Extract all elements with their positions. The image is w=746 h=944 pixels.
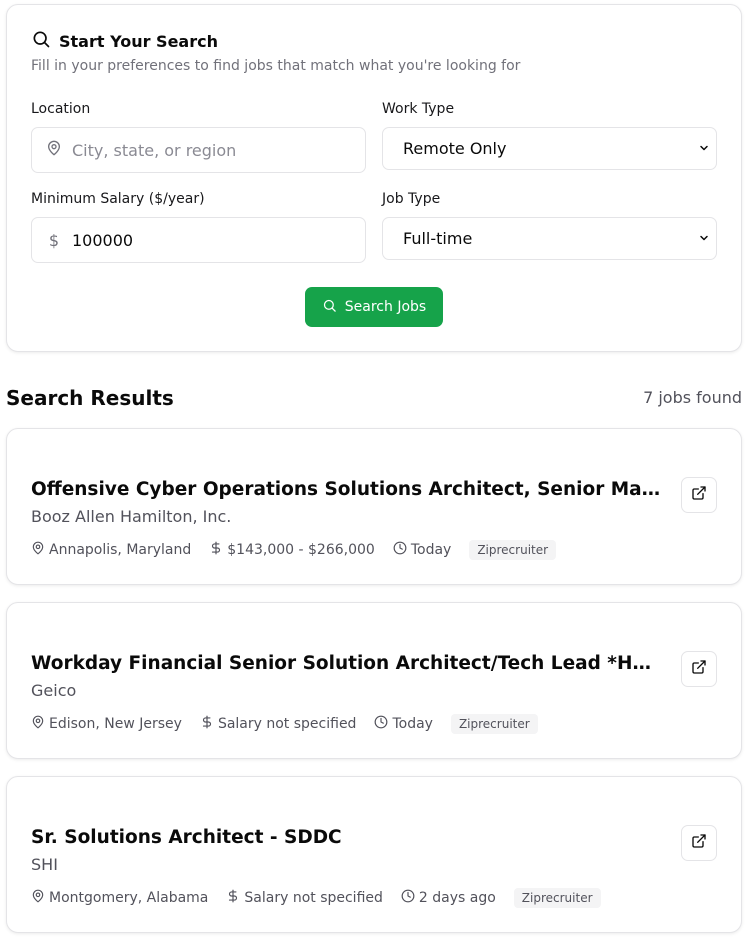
search-jobs-button[interactable]: Search Jobs	[305, 287, 443, 327]
chevron-down-icon	[698, 229, 710, 248]
job-company: Booz Allen Hamilton, Inc.	[31, 507, 232, 526]
location-input[interactable]	[72, 140, 332, 160]
search-jobs-label: Search Jobs	[344, 299, 427, 315]
salary-input[interactable]	[72, 230, 332, 250]
job-posted-text: Today	[392, 716, 433, 732]
work-type-label: Work Type	[382, 101, 455, 117]
external-link-icon	[691, 833, 707, 853]
clock-icon	[401, 889, 415, 907]
salary-field[interactable]: $	[31, 217, 366, 263]
job-card[interactable]: Offensive Cyber Operations Solutions Arc…	[6, 428, 742, 585]
salary-label: Minimum Salary ($/year)	[31, 191, 205, 207]
job-title[interactable]: Sr. Solutions Architect - SDDC	[31, 827, 663, 848]
job-posted-text: 2 days ago	[418, 890, 496, 906]
job-source-badge: Ziprecruiter	[450, 714, 538, 734]
job-meta: Montgomery, Alabama Salary not specified…	[31, 888, 601, 908]
map-pin-icon	[31, 715, 45, 733]
job-location: Edison, New Jersey	[31, 715, 182, 733]
work-type-value: Remote Only	[403, 139, 507, 158]
job-meta: Annapolis, Maryland $143,000 - $266,000 …	[31, 540, 557, 560]
external-link-icon	[691, 485, 707, 505]
job-card[interactable]: Workday Financial Senior Solution Archit…	[6, 602, 742, 759]
dollar-icon	[209, 541, 223, 559]
dollar-icon	[200, 715, 214, 733]
job-type-value: Full-time	[403, 229, 473, 248]
job-source-badge: Ziprecruiter	[469, 540, 557, 560]
job-salary: $143,000 - $266,000	[209, 541, 375, 559]
job-type-select[interactable]: Full-time	[382, 217, 717, 260]
job-location: Annapolis, Maryland	[31, 541, 191, 559]
job-location: Montgomery, Alabama	[31, 889, 208, 907]
job-title[interactable]: Workday Financial Senior Solution Archit…	[31, 653, 663, 674]
search-form-subtitle: Fill in your preferences to find jobs th…	[31, 58, 521, 74]
job-location-text: Edison, New Jersey	[49, 716, 182, 732]
map-pin-icon	[31, 541, 45, 559]
open-job-button[interactable]	[681, 477, 717, 513]
location-label: Location	[31, 101, 91, 117]
job-title[interactable]: Offensive Cyber Operations Solutions Arc…	[31, 479, 663, 500]
job-salary: Salary not specified	[200, 715, 357, 733]
map-pin-icon	[46, 140, 62, 160]
search-icon	[31, 29, 51, 53]
external-link-icon	[691, 659, 707, 679]
job-location-text: Annapolis, Maryland	[49, 542, 192, 558]
job-card[interactable]: Sr. Solutions Architect - SDDC SHI Montg…	[6, 776, 742, 933]
open-job-button[interactable]	[681, 825, 717, 861]
job-company: Geico	[31, 681, 77, 700]
job-location-text: Montgomery, Alabama	[49, 890, 209, 906]
dollar-icon	[226, 889, 240, 907]
search-icon	[322, 298, 337, 317]
job-posted: Today	[393, 541, 452, 559]
job-salary-text: $143,000 - $266,000	[227, 542, 375, 558]
results-title: Search Results	[6, 386, 174, 410]
job-company: SHI	[31, 855, 58, 874]
job-source-badge: Ziprecruiter	[513, 888, 601, 908]
search-form-title: Start Your Search	[59, 31, 218, 51]
search-form-heading: Start Your Search	[31, 29, 218, 53]
job-salary-text: Salary not specified	[217, 716, 357, 732]
job-posted: 2 days ago	[401, 889, 496, 907]
search-form-card: Start Your Search Fill in your preferenc…	[6, 4, 742, 352]
work-type-select[interactable]: Remote Only	[382, 127, 717, 170]
job-salary: Salary not specified	[226, 889, 383, 907]
job-posted: Today	[374, 715, 433, 733]
clock-icon	[393, 541, 407, 559]
open-job-button[interactable]	[681, 651, 717, 687]
clock-icon	[374, 715, 388, 733]
results-count: 7 jobs found	[643, 388, 742, 407]
dollar-icon: $	[48, 230, 60, 250]
job-posted-text: Today	[410, 542, 452, 558]
job-salary-text: Salary not specified	[244, 890, 383, 906]
chevron-down-icon	[698, 139, 710, 158]
map-pin-icon	[31, 889, 45, 907]
job-meta: Edison, New Jersey Salary not specified …	[31, 714, 538, 734]
location-field[interactable]	[31, 127, 366, 173]
job-type-label: Job Type	[382, 191, 441, 207]
